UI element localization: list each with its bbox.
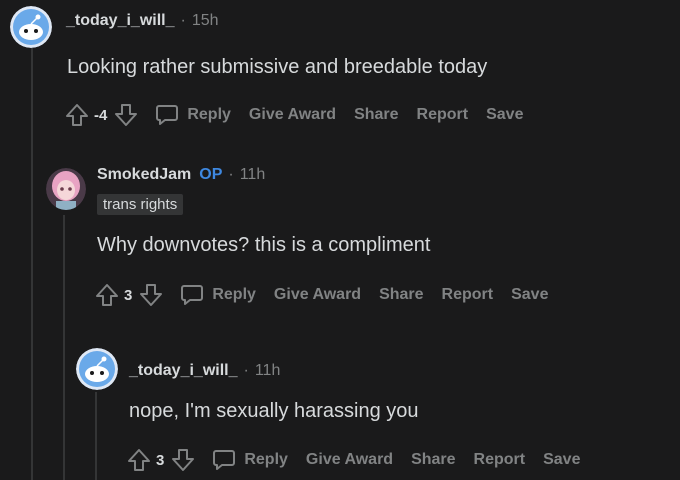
upvote-icon[interactable] <box>94 282 120 308</box>
avatar[interactable] <box>46 168 86 210</box>
timestamp[interactable]: 11h <box>240 166 266 184</box>
report-button[interactable]: Report <box>474 451 526 469</box>
vote-count: 3 <box>124 286 133 304</box>
thread-line-2[interactable] <box>63 215 65 480</box>
share-button[interactable]: Share <box>354 106 398 124</box>
username[interactable]: _today_i_will_ <box>66 12 175 30</box>
anime-avatar-icon <box>46 168 86 210</box>
share-button[interactable]: Share <box>379 286 423 304</box>
username[interactable]: _today_i_will_ <box>129 362 238 380</box>
save-button[interactable]: Save <box>543 451 580 469</box>
avatar[interactable] <box>76 348 118 390</box>
report-button[interactable]: Report <box>417 106 469 124</box>
comment-bubble-icon <box>156 105 179 125</box>
report-button[interactable]: Report <box>442 286 494 304</box>
downvote-icon[interactable] <box>138 282 164 308</box>
comment-body: nope, I'm sexually harassing you <box>129 400 419 422</box>
separator-dot: · <box>180 12 186 29</box>
give-award-button[interactable]: Give Award <box>274 286 361 304</box>
comment-body: Looking rather submissive and breedable … <box>67 56 488 78</box>
reply-label: Reply <box>244 451 288 468</box>
share-button[interactable]: Share <box>411 451 455 469</box>
snoo-avatar-icon <box>10 6 52 48</box>
give-award-button[interactable]: Give Award <box>249 106 336 124</box>
vote-count: -4 <box>94 106 108 124</box>
reply-button[interactable]: Reply <box>155 104 231 126</box>
give-award-button[interactable]: Give Award <box>306 451 393 469</box>
timestamp[interactable]: 11h <box>255 362 281 380</box>
comment-body: Why downvotes? this is a compliment <box>97 234 431 256</box>
reply-button[interactable]: Reply <box>212 449 288 471</box>
reply-label: Reply <box>212 286 256 303</box>
save-button[interactable]: Save <box>511 286 548 304</box>
separator-dot: · <box>228 166 234 183</box>
thread-line-1[interactable] <box>31 48 33 480</box>
avatar[interactable] <box>10 6 52 48</box>
op-badge: OP <box>199 166 223 183</box>
downvote-icon[interactable] <box>170 447 196 473</box>
comment-bubble-icon <box>181 285 204 305</box>
reply-label: Reply <box>187 106 231 123</box>
save-button[interactable]: Save <box>486 106 523 124</box>
separator-dot: · <box>243 362 249 379</box>
downvote-icon[interactable] <box>113 102 139 128</box>
upvote-icon[interactable] <box>64 102 90 128</box>
reply-button[interactable]: Reply <box>180 284 256 306</box>
upvote-icon[interactable] <box>126 447 152 473</box>
user-flair[interactable]: trans rights <box>97 194 184 215</box>
snoo-avatar-icon <box>76 348 118 390</box>
comment-bubble-icon <box>213 450 236 470</box>
timestamp[interactable]: 15h <box>192 12 219 30</box>
username[interactable]: SmokedJam <box>97 166 191 184</box>
thread-line-3[interactable] <box>95 392 97 480</box>
vote-count: 3 <box>156 451 165 469</box>
